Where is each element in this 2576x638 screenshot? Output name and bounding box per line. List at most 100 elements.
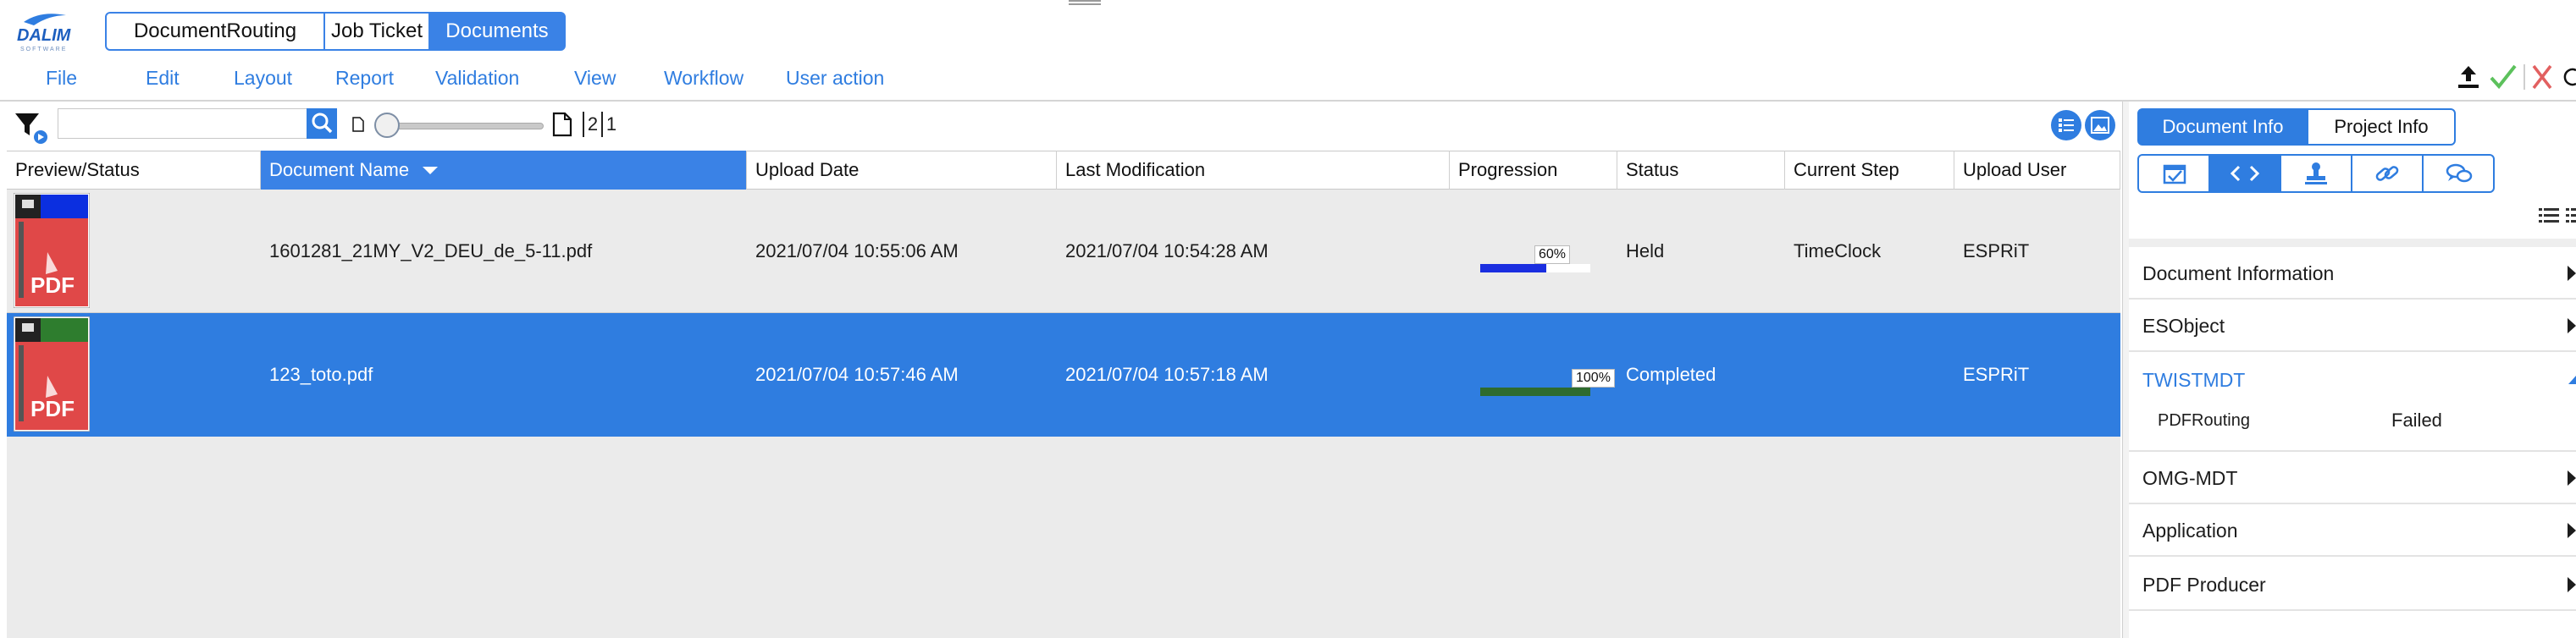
tab-job-ticket[interactable]: Job Ticket [323,12,430,51]
section-label: OMG-MDT [2142,467,2238,489]
metadata-key: PDFRouting [2158,411,2250,430]
menu-user-action[interactable]: User action [786,64,884,91]
svg-text:DALIM: DALIM [17,26,72,45]
section-label: TWISTMDT [2142,369,2246,391]
column-header-progression[interactable]: Progression [1450,151,1617,190]
upload-date-cell: 2021/07/04 10:57:46 AM [755,364,959,385]
progress-fill [1480,264,1546,272]
document-name-cell: 123_toto.pdf [269,364,373,385]
last-modification-cell: 2021/07/04 10:54:28 AM [1065,240,1269,261]
panel-splitter[interactable] [2122,102,2129,638]
segment-stamp[interactable] [2280,154,2352,193]
tab-documents[interactable]: Documents [428,12,566,51]
panel-grid-icon[interactable] [2564,203,2576,228]
list-view-icon [2059,118,2074,132]
search-input[interactable] [58,108,308,139]
expand-arrow-icon [2568,266,2576,281]
chat-bubbles-icon [2446,163,2473,183]
refresh-icon[interactable] [2562,66,2576,88]
segment-comments[interactable] [2422,154,2495,193]
check-icon[interactable] [2488,61,2518,93]
section-esobject[interactable]: ESObject [2129,300,2576,352]
link-icon [2375,166,2399,181]
document-name-cell: 1601281_21MY_V2_DEU_de_5-11.pdf [269,240,593,261]
current-step-cell [1785,313,1954,437]
segment-links[interactable] [2351,154,2424,193]
segment-approval[interactable] [2137,154,2210,193]
small-page-icon [352,117,364,132]
tab-project-info[interactable]: Project Info [2307,108,2456,146]
column-header-label: Document Name [269,159,410,180]
tab-document-info[interactable]: Document Info [2137,108,2308,146]
column-header-last-modification[interactable]: Last Modification [1057,151,1450,190]
cancel-icon[interactable] [2529,61,2556,93]
search-icon [312,113,333,134]
menu-view[interactable]: View [574,64,616,91]
thumbnail-view-button[interactable] [2085,110,2115,140]
page-count-value: 2 [583,112,601,137]
panel-divider [2129,239,2576,247]
approval-calendar-icon [2163,164,2186,184]
section-label: Document Information [2142,262,2335,284]
window-drag-handle[interactable] [1069,0,1101,5]
section-application[interactable]: Application [2129,504,2576,557]
progress-cell: 60% [1450,190,1617,313]
column-header-current-step[interactable]: Current Step [1785,151,1954,190]
section-document-information[interactable]: Document Information [2129,247,2576,300]
menu-file[interactable]: File [46,64,77,91]
metadata-value: Failed [2391,410,2442,431]
column-header-status[interactable]: Status [1617,151,1785,190]
large-page-icon [552,112,572,137]
section-label: ESObject [2142,315,2225,337]
menu-layout[interactable]: Layout [234,64,292,91]
toolbar-separator [2523,64,2525,90]
menu-workflow[interactable]: Workflow [664,64,744,91]
tab-document-routing[interactable]: DocumentRouting [105,12,325,51]
progress-label: 100% [1572,369,1615,388]
svg-text:PDF: PDF [30,272,75,298]
pdf-thumbnail[interactable]: PDF [13,192,91,312]
expand-arrow-icon [2568,318,2576,333]
svg-text:PDF: PDF [30,396,75,421]
expand-arrow-icon [2568,523,2576,538]
pdf-thumbnail[interactable]: PDF [13,316,91,436]
collapse-arrow-icon [2568,376,2576,384]
section-label: PDF Producer [2142,574,2266,596]
progress-label: 60% [1534,245,1571,264]
upload-user-cell: ESPRiT [1963,240,2030,261]
code-brackets-icon [2230,165,2260,182]
table-row[interactable]: PDF 1601281_21MY_V2_DEU_de_5-11.pdf 2021… [7,190,2120,313]
last-modification-cell: 2021/07/04 10:57:18 AM [1065,364,1269,385]
menu-edit[interactable]: Edit [146,64,180,91]
filter-icon[interactable] [14,110,47,144]
column-header-upload-date[interactable]: Upload Date [747,151,1057,190]
column-header-upload-user[interactable]: Upload User [1954,151,2120,190]
current-step-cell: TimeClock [1794,240,1882,261]
sort-descending-icon [423,167,439,174]
expand-arrow-icon [2568,470,2576,486]
section-omg-mdt[interactable]: OMG-MDT [2129,452,2576,504]
progress-fill [1480,388,1590,396]
expand-arrow-icon [2568,577,2576,592]
zoom-slider-thumb[interactable] [374,113,400,138]
section-pdf-producer[interactable]: PDF Producer [2129,558,2576,611]
upload-icon[interactable] [2454,63,2483,91]
table-row-selected[interactable]: PDF 123_toto.pdf 2021/07/04 10:57:46 AM … [7,313,2120,437]
section-label: Application [2142,520,2238,542]
page-count-value: 1 [601,112,620,137]
progress-cell: 100% [1450,313,1617,437]
upload-user-cell: ESPRiT [1963,364,2030,385]
zoom-slider-track[interactable] [384,123,544,129]
column-header-document-name[interactable]: Document Name [261,151,747,190]
column-header-preview-status[interactable]: Preview/Status [7,151,261,190]
stamp-icon [2305,162,2327,184]
section-twistmdt[interactable]: TWISTMDT [2129,354,2576,406]
list-view-button[interactable] [2051,110,2081,140]
search-button[interactable] [307,108,337,139]
menu-report[interactable]: Report [335,64,394,91]
menu-validation[interactable]: Validation [435,64,519,91]
svg-text:SOFTWARE: SOFTWARE [20,47,67,52]
panel-list-icon[interactable] [2537,203,2561,228]
segment-metadata[interactable] [2208,154,2281,193]
upload-date-cell: 2021/07/04 10:55:06 AM [755,240,959,261]
